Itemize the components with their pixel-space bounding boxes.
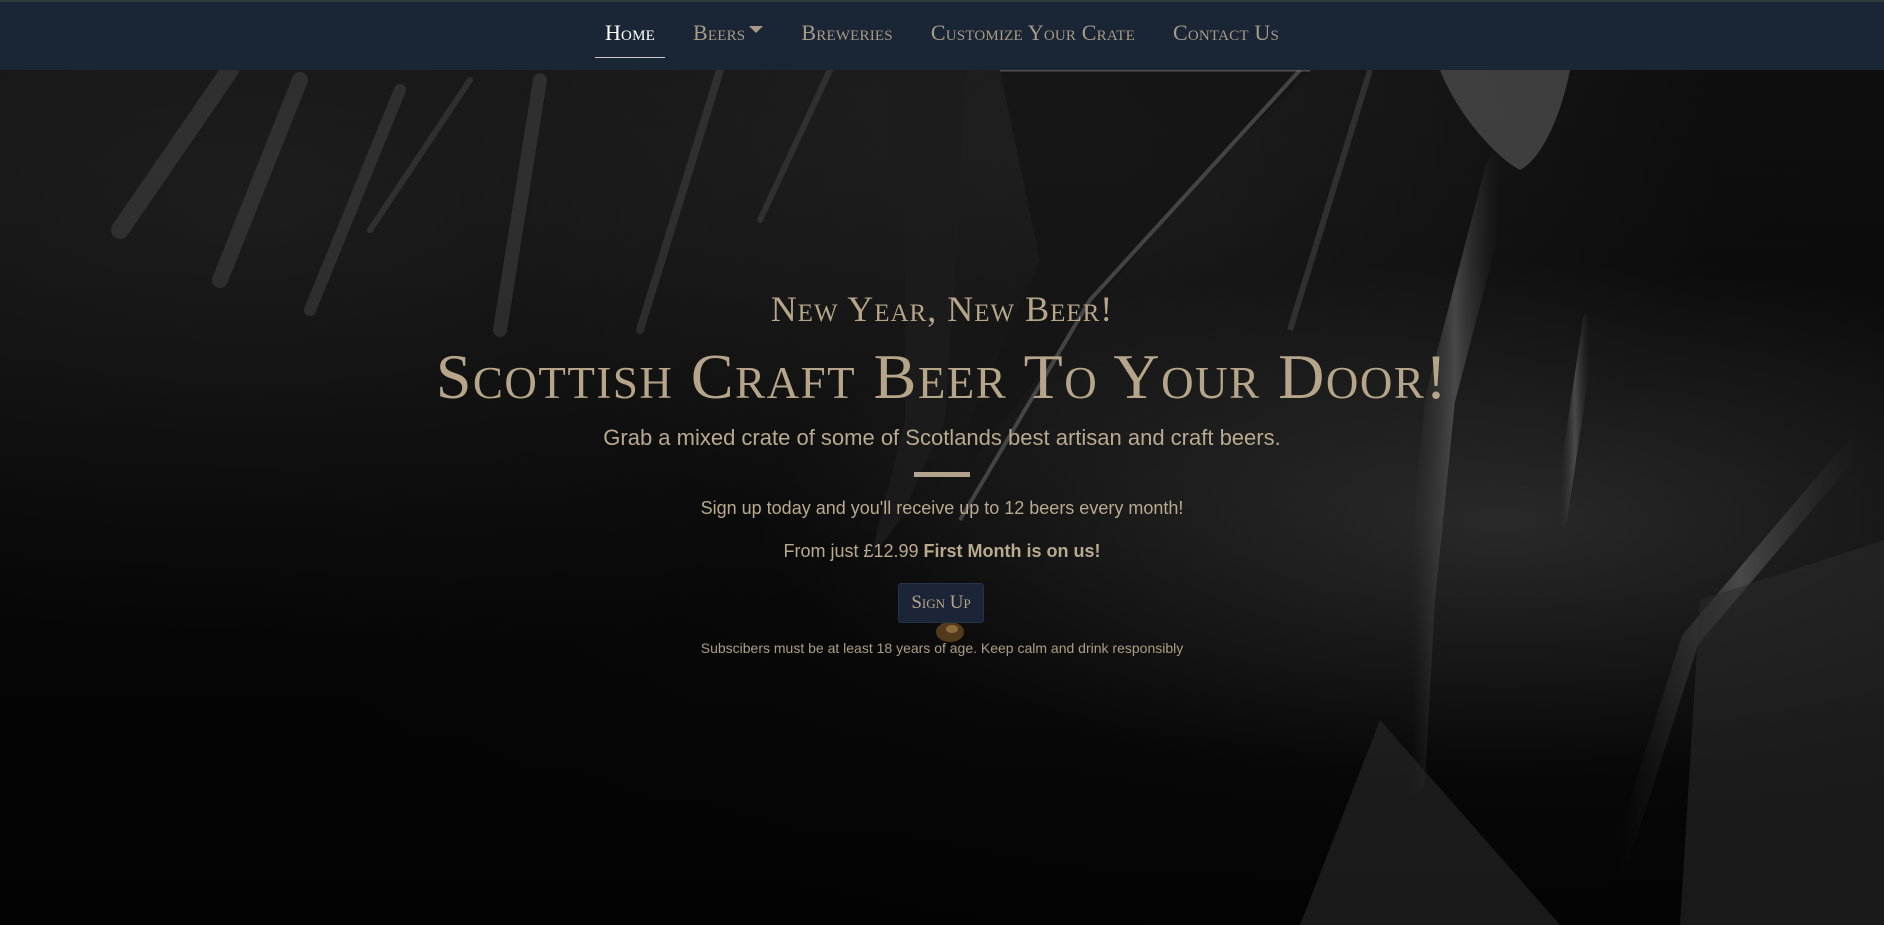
price-line: From just £12.99 First Month is on us!	[0, 541, 1884, 562]
hero-background-image	[0, 0, 1884, 925]
hero-headline: Scottish Craft Beer To Your Door!	[435, 341, 1449, 412]
nav-item-beers[interactable]: Beers	[674, 14, 782, 58]
hero-lead: Grab a mixed crate of some of Scotlands …	[603, 425, 1281, 450]
nav-item-home[interactable]: Home	[586, 14, 674, 58]
hero-eyebrow: New Year, New Beer!	[770, 289, 1114, 329]
beer-glasses-illustration	[111, 61, 1884, 925]
nav-item-contact-us[interactable]: Contact Us	[1154, 14, 1298, 58]
sign-up-button[interactable]: Sign Up	[898, 583, 984, 623]
nav-item-customize-your-crate[interactable]: Customize Your Crate	[912, 14, 1154, 58]
nav-item-contact-label: Contact Us	[1172, 20, 1280, 45]
sign-up-button-label: Sign Up	[911, 592, 971, 613]
signup-text: Sign up today and you'll receive up to 1…	[700, 498, 1184, 518]
nav-item-beers-label: Beers	[693, 20, 746, 45]
age-disclaimer: Subscibers must be at least 18 years of …	[700, 640, 1184, 656]
top-navbar: Home Beers Breweries Customize Your Crat…	[0, 0, 1884, 70]
price-prefix: From just £12.99	[783, 541, 924, 561]
hero-divider	[914, 472, 970, 477]
page: Home Beers Breweries Customize Your Crat…	[0, 0, 1884, 925]
price-highlight: First Month is on us!	[923, 541, 1101, 561]
nav-item-home-label: Home	[604, 20, 655, 45]
nav-item-breweries-label: Breweries	[801, 20, 893, 45]
nav-item-customize-label: Customize Your Crate	[930, 20, 1135, 45]
nav-list: Home Beers Breweries Customize Your Crat…	[586, 14, 1298, 58]
caret-down-icon	[749, 25, 764, 33]
nav-item-breweries[interactable]: Breweries	[782, 14, 911, 58]
